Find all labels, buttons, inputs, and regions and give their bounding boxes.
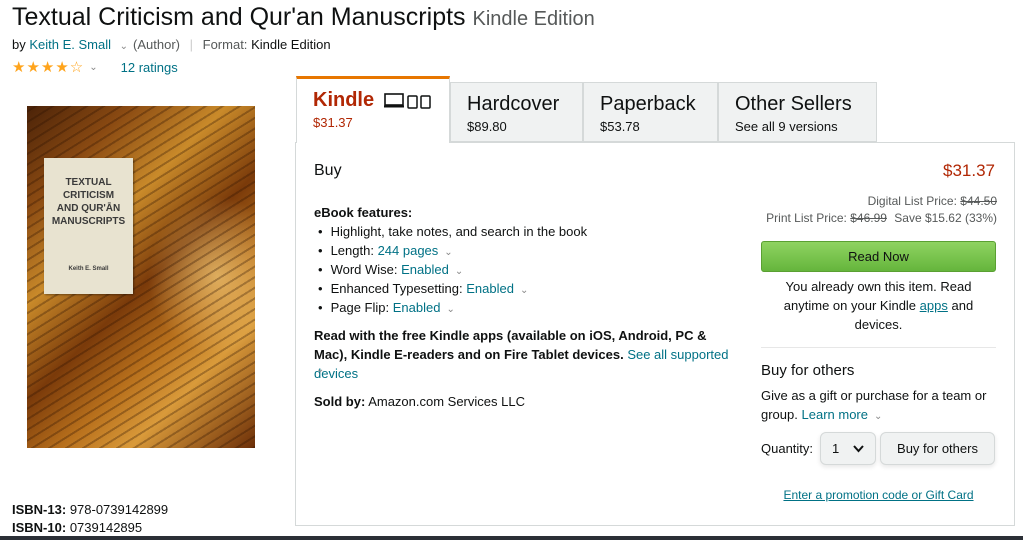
chevron-down-icon[interactable]: ⌄ xyxy=(455,266,463,277)
buy-for-others-button[interactable]: Buy for others xyxy=(880,432,995,465)
format-label: Format: xyxy=(202,37,248,52)
tab-paperback-label: Paperback xyxy=(600,93,696,115)
tab-paperback[interactable]: Paperback $53.78 xyxy=(583,82,718,142)
tab-kindle-price: $31.37 xyxy=(313,115,353,130)
ebook-features-list: Highlight, take notes, and search in the… xyxy=(314,222,588,317)
ratings-row: ★★★★☆ ⌄ 12 ratings xyxy=(12,58,178,76)
book-cover-image[interactable]: TEXTUAL CRITICISM AND QUR'ĀN MANUSCRIPTS… xyxy=(27,106,255,448)
feature-item: Word Wise: Enabled⌄ xyxy=(314,260,587,279)
tab-paperback-price: $53.78 xyxy=(600,119,640,134)
isbn13-label: ISBN-13: xyxy=(12,502,67,517)
feature-item: Highlight, take notes, and search in the… xyxy=(314,222,588,241)
chevron-down-icon[interactable]: ⌄ xyxy=(120,41,128,52)
tab-other-sellers[interactable]: Other Sellers See all 9 versions xyxy=(718,82,877,142)
star-rating-icon[interactable]: ★★★★☆ xyxy=(12,58,84,76)
isbn10-value: 0739142895 xyxy=(69,520,143,535)
tab-other-sellers-versions: See all 9 versions xyxy=(735,119,838,134)
digital-list-price: Digital List Price: $44.50 xyxy=(867,194,997,208)
word-wise-link[interactable]: Enabled xyxy=(401,262,449,277)
edition-label: Kindle Edition xyxy=(472,8,595,30)
chevron-down-icon[interactable]: ⌄ xyxy=(89,62,97,73)
kindle-apps-text: Read with the free Kindle apps (availabl… xyxy=(314,328,729,381)
cover-title-line: CRITICISM xyxy=(62,190,115,201)
cover-author: Keith E. Small xyxy=(68,266,109,272)
print-list-price: Print List Price: $46.99 Save $15.62 (33… xyxy=(766,211,997,225)
chevron-down-icon[interactable]: ⌄ xyxy=(446,304,454,315)
buy-for-others-heading: Buy for others xyxy=(761,362,855,379)
sold-by-label: Sold by: xyxy=(314,394,366,409)
product-title: Textual Criticism and Qur'an Manuscripts… xyxy=(12,3,595,32)
digital-list-value: $44.50 xyxy=(960,194,997,208)
print-list-value: $46.99 xyxy=(850,211,887,225)
cover-title-line: AND QUR'ĀN xyxy=(56,203,121,214)
title-text: Textual Criticism and Qur'an Manuscripts xyxy=(12,3,466,31)
promo-code-link[interactable]: Enter a promotion code or Gift Card xyxy=(761,488,996,502)
ebook-features-title: eBook features: xyxy=(314,205,413,220)
ratings-count-link[interactable]: 12 ratings xyxy=(121,60,178,75)
length-link[interactable]: 244 pages xyxy=(378,243,439,258)
read-now-button[interactable]: Read Now xyxy=(761,241,996,272)
kindle-price: $31.37 xyxy=(943,161,995,180)
gift-description: Give as a gift or purchase for a team or… xyxy=(761,388,987,422)
isbn13-row: ISBN-13: 978-0739142899 xyxy=(12,502,168,517)
feature-item: Length: 244 pages⌄ xyxy=(314,241,587,260)
tab-kindle[interactable]: Kindle $31.37 xyxy=(296,76,450,143)
divider xyxy=(761,347,996,348)
tab-hardcover[interactable]: Hardcover $89.80 xyxy=(450,82,583,142)
tab-other-sellers-label: Other Sellers xyxy=(735,93,852,115)
page-flip-link[interactable]: Enabled xyxy=(393,300,441,315)
cover-title-line: TEXTUAL xyxy=(65,177,112,188)
by-prefix: by xyxy=(12,37,26,52)
quantity-select[interactable]: 1 xyxy=(820,432,876,465)
enhanced-typesetting-link[interactable]: Enabled xyxy=(466,281,514,296)
quantity-label: Quantity: xyxy=(761,441,814,456)
sold-by: Sold by: Amazon.com Services LLC xyxy=(314,394,525,409)
author-link[interactable]: Keith E. Small xyxy=(29,37,111,52)
feature-item: Page Flip: Enabled⌄ xyxy=(314,298,587,317)
cover-title-line: MANUSCRIPTS xyxy=(51,216,126,227)
devices-icon xyxy=(383,92,431,109)
learn-more-link[interactable]: Learn more xyxy=(802,407,868,422)
chevron-down-icon[interactable]: ⌄ xyxy=(316,364,324,375)
format-value: Kindle Edition xyxy=(251,37,331,52)
kindle-apps-link[interactable]: apps xyxy=(920,298,948,313)
feature-item: Enhanced Typesetting: Enabled⌄ xyxy=(314,279,587,298)
sold-by-value: Amazon.com Services LLC xyxy=(368,394,525,409)
author-role: (Author) xyxy=(133,37,180,52)
bottom-edge xyxy=(0,536,1023,540)
buy-heading: Buy xyxy=(314,162,342,179)
tab-hardcover-price: $89.80 xyxy=(467,119,507,134)
byline: by Keith E. Small ⌄ (Author) | Format: Ki… xyxy=(12,37,331,52)
chevron-down-icon[interactable]: ⌄ xyxy=(874,411,882,422)
isbn10-label: ISBN-10: xyxy=(12,520,67,535)
savings-text: Save $15.62 (33%) xyxy=(894,211,997,225)
divider: | xyxy=(189,37,194,52)
chevron-down-icon[interactable]: ⌄ xyxy=(520,285,528,296)
tab-hardcover-label: Hardcover xyxy=(467,93,560,115)
isbn10-row: ISBN-10: 0739142895 xyxy=(12,520,142,535)
chevron-down-icon xyxy=(853,444,864,452)
tab-kindle-label: Kindle xyxy=(313,89,375,111)
isbn13-value: 978-0739142899 xyxy=(69,502,169,517)
owned-notice: You already own this item. Read anytime … xyxy=(783,279,974,332)
chevron-down-icon[interactable]: ⌄ xyxy=(444,247,452,258)
cover-label: TEXTUAL CRITICISM AND QUR'ĀN MANUSCRIPTS… xyxy=(44,158,133,294)
quantity-value: 1 xyxy=(832,441,840,456)
